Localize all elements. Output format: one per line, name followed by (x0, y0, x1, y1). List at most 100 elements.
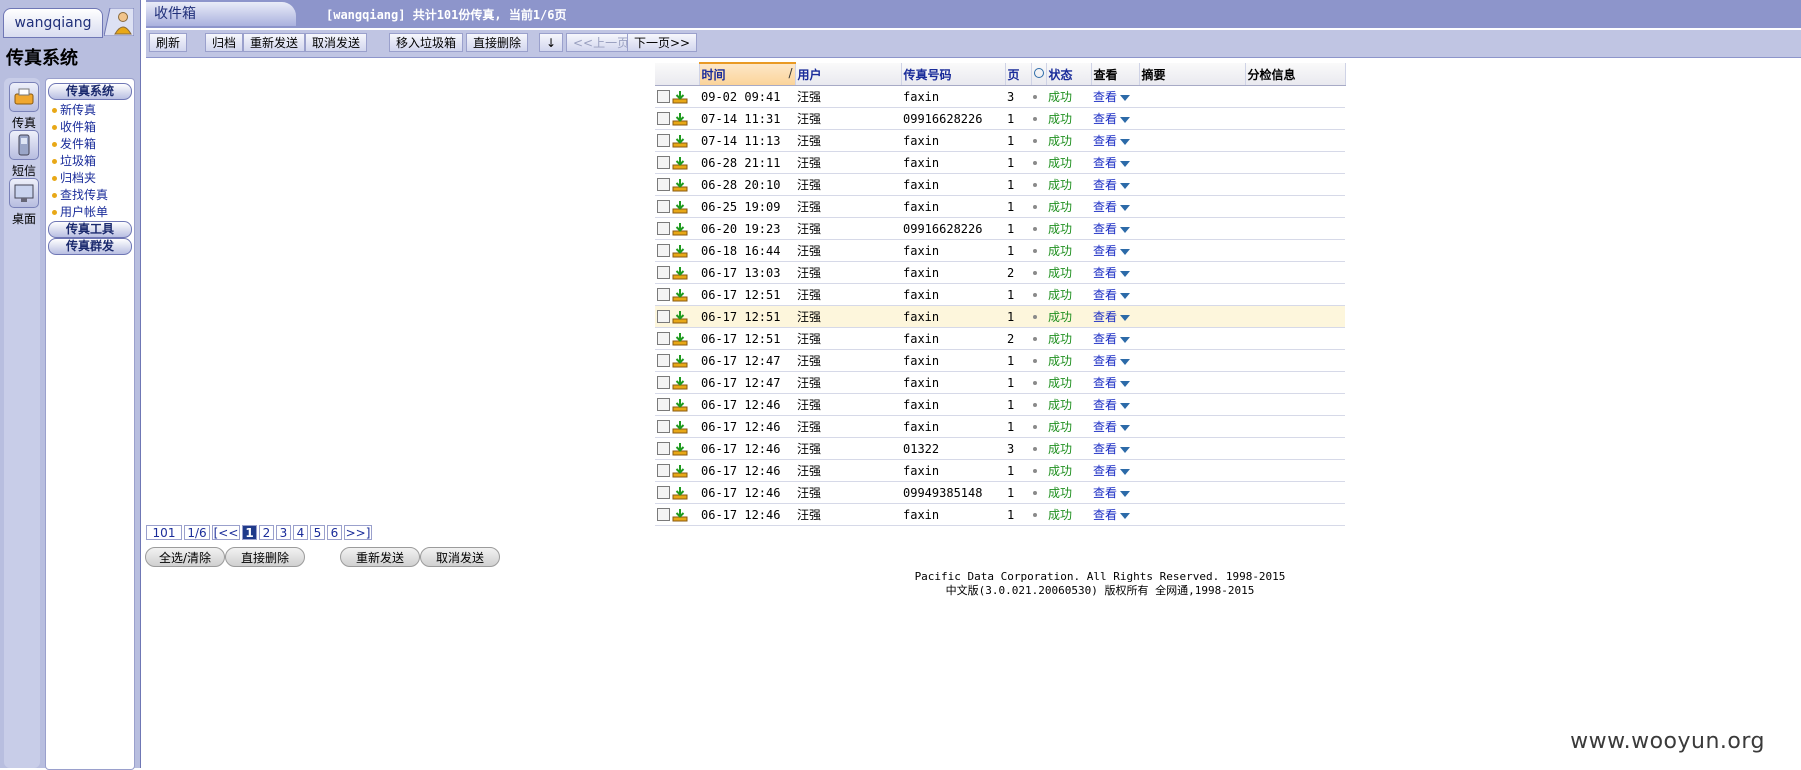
nav-desktop[interactable]: 桌面 (7, 178, 41, 227)
download-icon[interactable] (672, 156, 688, 170)
column-header-status[interactable]: 状态 (1046, 63, 1092, 86)
menu-section-fax-tools[interactable]: 传真工具 (48, 221, 132, 238)
row-checkbox[interactable] (657, 464, 670, 478)
page-link-3[interactable]: 3 (276, 525, 291, 540)
view-link[interactable]: 查看 (1093, 310, 1117, 324)
row-checkbox[interactable] (657, 354, 670, 368)
table-row[interactable]: 06-17 12:47 汪强 faxin 1 成功 查看 (655, 349, 1345, 372)
row-checkbox[interactable] (657, 266, 670, 280)
column-header-time[interactable]: 时间 / (699, 62, 796, 86)
page-link-4[interactable]: 4 (293, 525, 308, 540)
dropdown-caret-icon[interactable] (1120, 490, 1131, 497)
download-icon[interactable] (672, 266, 688, 280)
dropdown-caret-icon[interactable] (1120, 314, 1131, 321)
dropdown-caret-icon[interactable] (1120, 512, 1131, 519)
view-link[interactable]: 查看 (1093, 442, 1117, 456)
dropdown-caret-icon[interactable] (1120, 380, 1131, 387)
menu-item-user-bill[interactable]: 用户帐单 (52, 203, 108, 220)
view-link[interactable]: 查看 (1093, 398, 1117, 412)
column-header-user[interactable]: 用户 (795, 63, 902, 86)
table-row[interactable]: 06-17 12:46 汪强 09949385148 1 成功 查看 (655, 481, 1345, 504)
table-row[interactable]: 06-28 21:11 汪强 faxin 1 成功 查看 (655, 151, 1345, 174)
first-page-link[interactable]: [<< (212, 525, 240, 540)
table-row[interactable]: 06-17 12:46 汪强 faxin 1 成功 查看 (655, 459, 1345, 482)
menu-item-trash[interactable]: 垃圾箱 (52, 152, 96, 169)
dropdown-caret-icon[interactable] (1120, 160, 1131, 167)
download-icon[interactable] (672, 354, 688, 368)
bottom-resend-button[interactable]: 重新发送 (340, 547, 420, 567)
download-icon[interactable] (672, 310, 688, 324)
download-icon[interactable] (672, 376, 688, 390)
username-tab[interactable]: wangqiang (3, 8, 103, 38)
download-icon[interactable] (672, 398, 688, 412)
nav-sms[interactable]: 短信 (7, 130, 41, 179)
menu-section-fax-system[interactable]: 传真系统 (48, 83, 132, 100)
dropdown-caret-icon[interactable] (1120, 358, 1131, 365)
dropdown-caret-icon[interactable] (1120, 446, 1131, 453)
resend-button[interactable]: 重新发送 (243, 33, 306, 52)
view-link[interactable]: 查看 (1093, 508, 1117, 522)
view-link[interactable]: 查看 (1093, 420, 1117, 434)
menu-item-outbox[interactable]: 发件箱 (52, 135, 96, 152)
dropdown-caret-icon[interactable] (1120, 336, 1131, 343)
view-link[interactable]: 查看 (1093, 178, 1117, 192)
download-icon[interactable] (672, 200, 688, 214)
download-icon[interactable] (672, 288, 688, 302)
dropdown-caret-icon[interactable] (1120, 270, 1131, 277)
row-checkbox[interactable] (657, 134, 670, 148)
down-arrow-button[interactable]: ↓ (539, 33, 564, 52)
row-checkbox[interactable] (657, 420, 670, 434)
dropdown-caret-icon[interactable] (1120, 248, 1131, 255)
table-row[interactable]: 06-17 12:46 汪强 01322 3 成功 查看 (655, 437, 1345, 460)
download-icon[interactable] (672, 222, 688, 236)
view-link[interactable]: 查看 (1093, 288, 1117, 302)
row-checkbox[interactable] (657, 112, 670, 126)
bottom-cancel-send-button[interactable]: 取消发送 (420, 547, 500, 567)
menu-item-inbox[interactable]: 收件箱 (52, 118, 96, 135)
row-checkbox[interactable] (657, 376, 670, 390)
table-row[interactable]: 09-02 09:41 汪强 faxin 3 成功 查看 (655, 85, 1345, 108)
menu-item-archive[interactable]: 归档夹 (52, 169, 96, 186)
download-icon[interactable] (672, 332, 688, 346)
table-row[interactable]: 06-25 19:09 汪强 faxin 1 成功 查看 (655, 195, 1345, 218)
table-row[interactable]: 07-14 11:31 汪强 09916628226 1 成功 查看 (655, 107, 1345, 130)
view-link[interactable]: 查看 (1093, 244, 1117, 258)
move-to-trash-button[interactable]: 移入垃圾箱 (389, 33, 464, 52)
nav-fax[interactable]: 传真 (7, 82, 41, 131)
page-link-2[interactable]: 2 (259, 525, 274, 540)
archive-button[interactable]: 归档 (205, 33, 244, 52)
download-icon[interactable] (672, 134, 688, 148)
view-link[interactable]: 查看 (1093, 266, 1117, 280)
table-row[interactable]: 06-18 16:44 汪强 faxin 1 成功 查看 (655, 239, 1345, 262)
prev-page-button[interactable]: <<上一页 (566, 33, 637, 52)
next-page-button[interactable]: 下一页>> (627, 33, 698, 52)
row-checkbox[interactable] (657, 508, 670, 522)
view-link[interactable]: 查看 (1093, 332, 1117, 346)
table-row[interactable]: 06-17 12:51 汪强 faxin 2 成功 查看 (655, 327, 1345, 350)
dropdown-caret-icon[interactable] (1120, 424, 1131, 431)
download-icon[interactable] (672, 244, 688, 258)
download-icon[interactable] (672, 112, 688, 126)
view-link[interactable]: 查看 (1093, 464, 1117, 478)
row-checkbox[interactable] (657, 222, 670, 236)
row-checkbox[interactable] (657, 244, 670, 258)
dropdown-caret-icon[interactable] (1120, 226, 1131, 233)
user-avatar-icon[interactable] (104, 8, 134, 36)
download-icon[interactable] (672, 508, 688, 522)
download-icon[interactable] (672, 464, 688, 478)
download-icon[interactable] (672, 442, 688, 456)
column-header-fax-number[interactable]: 传真号码 (901, 63, 1006, 86)
dropdown-caret-icon[interactable] (1120, 468, 1131, 475)
row-checkbox[interactable] (657, 310, 670, 324)
row-checkbox[interactable] (657, 332, 670, 346)
dropdown-caret-icon[interactable] (1120, 204, 1131, 211)
dropdown-caret-icon[interactable] (1120, 116, 1131, 123)
row-checkbox[interactable] (657, 178, 670, 192)
row-checkbox[interactable] (657, 90, 670, 104)
last-page-link[interactable]: >>] (344, 525, 372, 540)
menu-item-new-fax[interactable]: 新传真 (52, 101, 96, 118)
table-row[interactable]: 06-28 20:10 汪强 faxin 1 成功 查看 (655, 173, 1345, 196)
column-header-pages[interactable]: 页 (1005, 63, 1032, 86)
table-row[interactable]: 06-17 12:47 汪强 faxin 1 成功 查看 (655, 371, 1345, 394)
delete-button[interactable]: 直接删除 (466, 33, 529, 52)
